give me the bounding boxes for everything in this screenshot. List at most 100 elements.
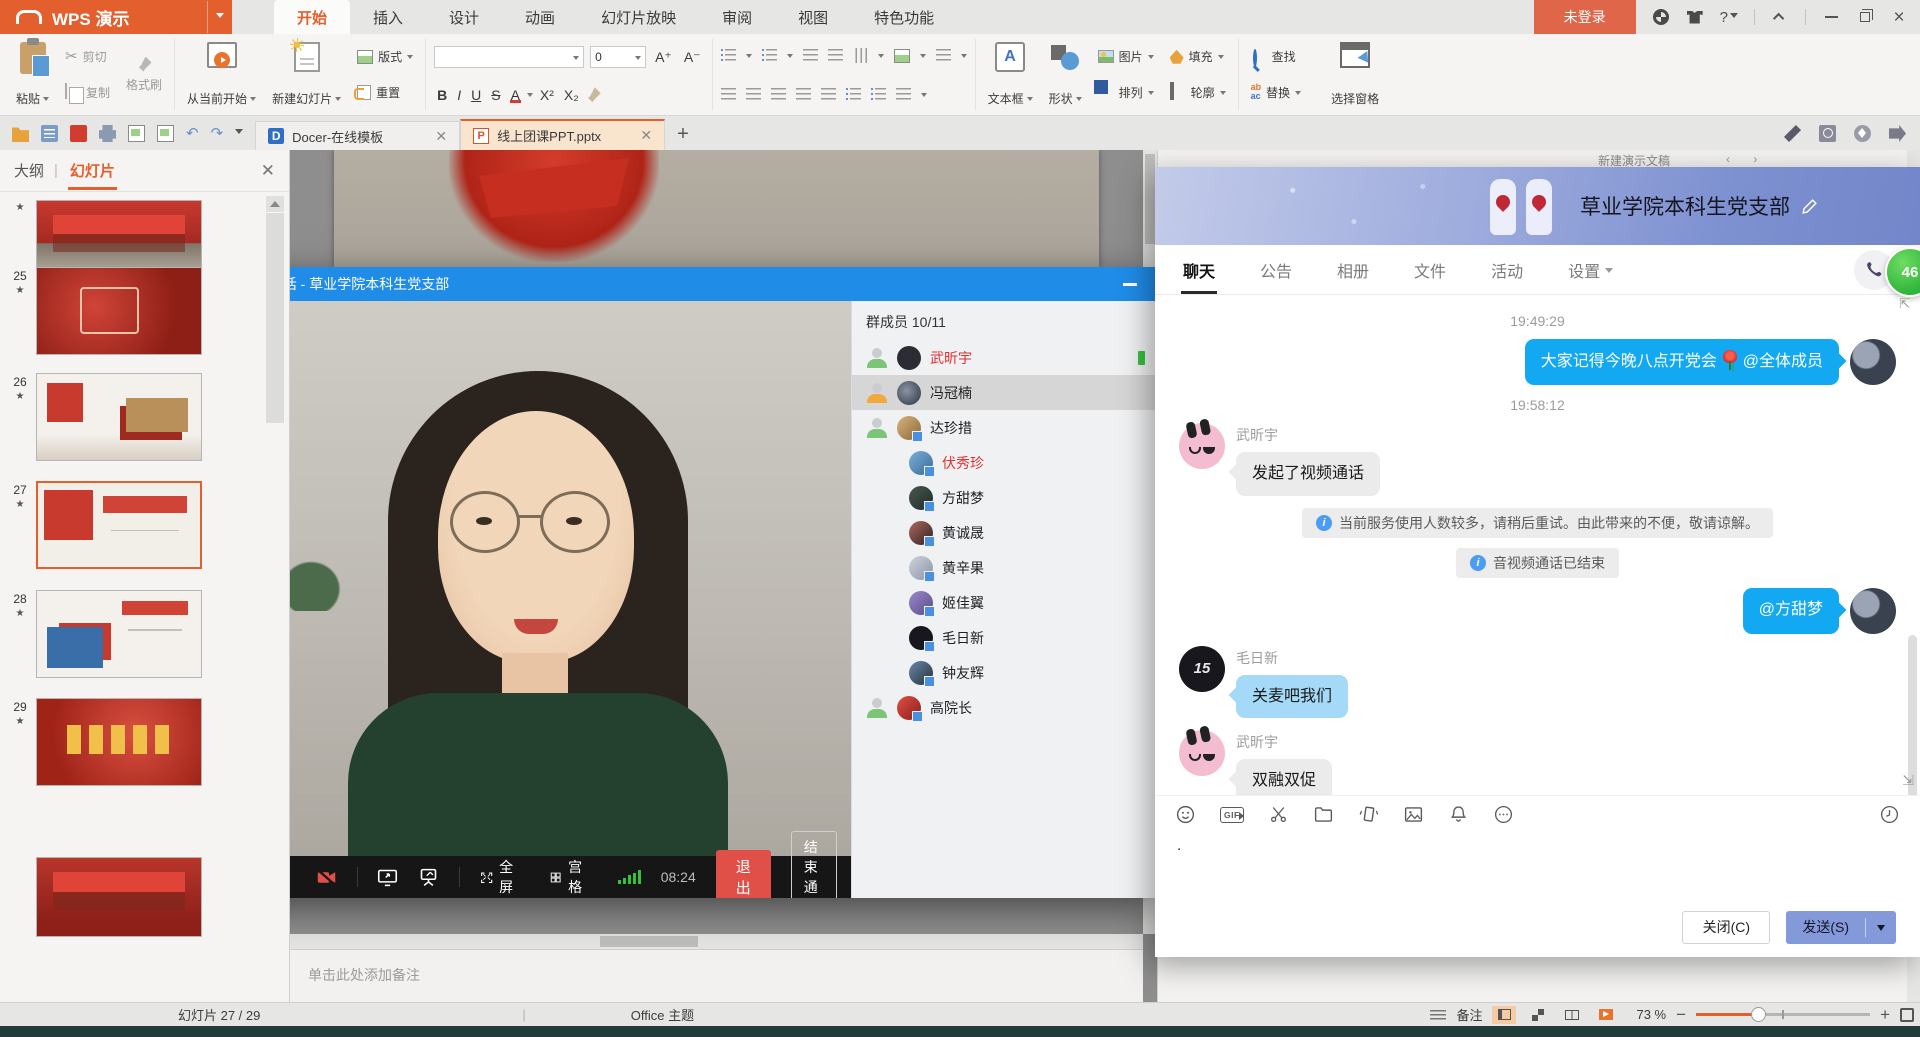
zoom-level[interactable]: 73 % xyxy=(1636,1007,1666,1022)
avatar[interactable]: 15 xyxy=(1179,646,1225,692)
numbered-list-icon[interactable] xyxy=(762,49,777,62)
wps-menu-caret[interactable] xyxy=(207,1,224,33)
share-screen-icon[interactable] xyxy=(377,867,398,888)
slide-thumb-28[interactable]: 28★ xyxy=(4,590,202,678)
skin-icon[interactable] xyxy=(1686,8,1704,26)
tab-albums[interactable]: 相册 xyxy=(1335,245,1371,294)
menu-tab-view[interactable]: 视图 xyxy=(775,0,851,34)
print-icon[interactable] xyxy=(99,125,116,142)
save-icon[interactable] xyxy=(41,125,58,142)
reset-button[interactable]: 重置 xyxy=(353,82,417,103)
message-bubble[interactable]: 关麦吧我们 xyxy=(1236,675,1348,719)
menu-tab-home[interactable]: 开始 xyxy=(274,0,350,34)
send-button[interactable]: 发送(S) xyxy=(1786,911,1896,944)
member-row[interactable]: 冯冠楠 xyxy=(852,375,1155,410)
superscript-button[interactable]: X² xyxy=(537,87,557,103)
tab-files[interactable]: 文件 xyxy=(1412,245,1448,294)
avatar[interactable] xyxy=(1179,423,1225,469)
doc-tab-docer[interactable]: D Docer-在线模板 ✕ xyxy=(255,121,460,150)
selection-pane-button[interactable]: 选择窗格 xyxy=(1327,39,1383,110)
picture-button[interactable]: 图片 xyxy=(1094,46,1158,67)
video-feed[interactable]: 武昕宇 xyxy=(206,301,851,898)
decrease-indent-icon[interactable] xyxy=(803,49,818,62)
call-window-titlebar[interactable]: QQ电话 - 草业学院本科生党支部 xyxy=(206,267,1155,301)
notes-toggle-icon[interactable] xyxy=(1430,1010,1446,1020)
member-row[interactable]: 钟友辉 xyxy=(852,655,1155,690)
zoom-in-button[interactable]: + xyxy=(1880,1006,1890,1023)
send-image-icon[interactable] xyxy=(1403,804,1424,825)
shake-window-icon[interactable] xyxy=(1358,804,1379,825)
collapse-ribbon-icon[interactable] xyxy=(1771,8,1789,26)
tab-settings[interactable]: 设置 xyxy=(1566,245,1615,294)
avatar[interactable] xyxy=(1850,339,1896,385)
font-color-button[interactable]: A xyxy=(508,87,523,103)
align-center-icon[interactable] xyxy=(746,88,761,101)
wps-logo[interactable]: WPS 演示 xyxy=(0,0,232,34)
message-input[interactable]: . xyxy=(1155,833,1920,897)
italic-button[interactable]: I xyxy=(454,87,464,103)
message-bubble[interactable]: 双融双促 xyxy=(1236,759,1332,795)
emoji-icon[interactable] xyxy=(1175,804,1196,825)
preview-icon[interactable] xyxy=(157,125,174,142)
login-button[interactable]: 未登录 xyxy=(1534,0,1636,34)
scroll-up-button[interactable] xyxy=(266,196,284,212)
member-row[interactable]: 黄诚晟 xyxy=(852,515,1155,550)
slide-thumb-26[interactable]: 26★ xyxy=(4,373,202,461)
message-bubble[interactable]: 大家记得今晚八点开党会@全体成员 xyxy=(1525,339,1839,385)
menu-tab-design[interactable]: 设计 xyxy=(426,0,502,34)
member-center-icon[interactable] xyxy=(1652,8,1670,26)
member-row[interactable]: 黄辛果 xyxy=(852,550,1155,585)
member-row[interactable]: 毛日新 xyxy=(852,620,1155,655)
line-height-icon[interactable] xyxy=(936,49,951,62)
scroll-to-bottom-icon[interactable]: ⇲ xyxy=(1902,772,1914,789)
close-chat-button[interactable]: 关闭(C) xyxy=(1682,911,1770,944)
message-outgoing[interactable]: 大家记得今晚八点开党会@全体成员 xyxy=(1179,339,1896,385)
slides-tab[interactable]: 幻灯片 xyxy=(68,151,117,190)
send-options-caret[interactable] xyxy=(1866,922,1896,932)
tab-announcements[interactable]: 公告 xyxy=(1258,245,1294,294)
bold-button[interactable]: B xyxy=(434,87,450,103)
notes-pane[interactable]: 单击此处添加备注 xyxy=(290,949,1143,1002)
fullscreen-button[interactable]: 全屏 xyxy=(480,857,519,897)
end-call-button[interactable]: 结束通话 xyxy=(791,831,837,898)
outline-button[interactable]: 轮廓 xyxy=(1166,82,1230,103)
member-row[interactable]: 伏秀珍 xyxy=(852,445,1155,480)
edit-title-icon[interactable] xyxy=(1800,197,1819,216)
zoom-slider-thumb[interactable] xyxy=(1751,1007,1766,1022)
menu-tab-animation[interactable]: 动画 xyxy=(502,0,578,34)
undo-icon[interactable]: ↶ xyxy=(186,126,199,141)
message-incoming[interactable]: 武昕宇 双融双促 xyxy=(1179,730,1896,795)
outline-tab[interactable]: 大纲 xyxy=(14,160,44,181)
chat-message-list[interactable]: 19:49:29 大家记得今晚八点开党会@全体成员 19:58:12 武昕宇 发… xyxy=(1155,295,1920,795)
camera-muted-icon[interactable] xyxy=(316,867,337,888)
font-name-combo[interactable] xyxy=(434,46,584,68)
para-spacing-dec-icon[interactable] xyxy=(871,88,886,101)
redo-icon[interactable]: ↷ xyxy=(211,126,224,141)
close-button[interactable]: × xyxy=(1890,8,1908,26)
docer-mall-icon[interactable] xyxy=(1854,125,1871,142)
slide-thumb-27-selected[interactable]: 27★ xyxy=(4,481,202,569)
close-tab-icon[interactable]: ✕ xyxy=(435,128,447,145)
history-icon[interactable] xyxy=(1819,125,1836,142)
subscript-button[interactable]: X₂ xyxy=(561,87,582,103)
para-spacing-inc-icon[interactable] xyxy=(846,88,861,101)
member-row[interactable]: 方甜梦 xyxy=(852,480,1155,515)
textbox-button[interactable]: A 文本框 xyxy=(984,39,1037,110)
slide-sorter-button[interactable] xyxy=(1526,1006,1550,1024)
message-incoming[interactable]: 15 毛日新 关麦吧我们 xyxy=(1179,646,1896,719)
doc-tab-pptx[interactable]: P 线上团课PPT.pptx ✕ xyxy=(460,119,665,150)
menu-tab-review[interactable]: 审阅 xyxy=(699,0,775,34)
find-button[interactable]: 查找 xyxy=(1247,46,1306,67)
copy-button[interactable]: 复制 xyxy=(61,82,114,103)
export-pdf-icon[interactable] xyxy=(70,125,87,142)
format-painter-button[interactable]: 格式刷 xyxy=(122,55,166,95)
font-size-combo[interactable]: 0 xyxy=(590,46,646,68)
clear-format-icon[interactable] xyxy=(586,87,601,102)
slideshow-button[interactable] xyxy=(1594,1006,1618,1024)
restore-button[interactable] xyxy=(1856,8,1874,26)
notification-bell-icon[interactable] xyxy=(1448,804,1469,825)
paste-button[interactable]: 粘贴 xyxy=(12,39,53,110)
member-row[interactable]: 达珍措 xyxy=(852,410,1155,445)
shapes-button[interactable]: 形状 xyxy=(1045,39,1086,110)
canvas-horizontal-scrollbar[interactable] xyxy=(290,934,1143,949)
